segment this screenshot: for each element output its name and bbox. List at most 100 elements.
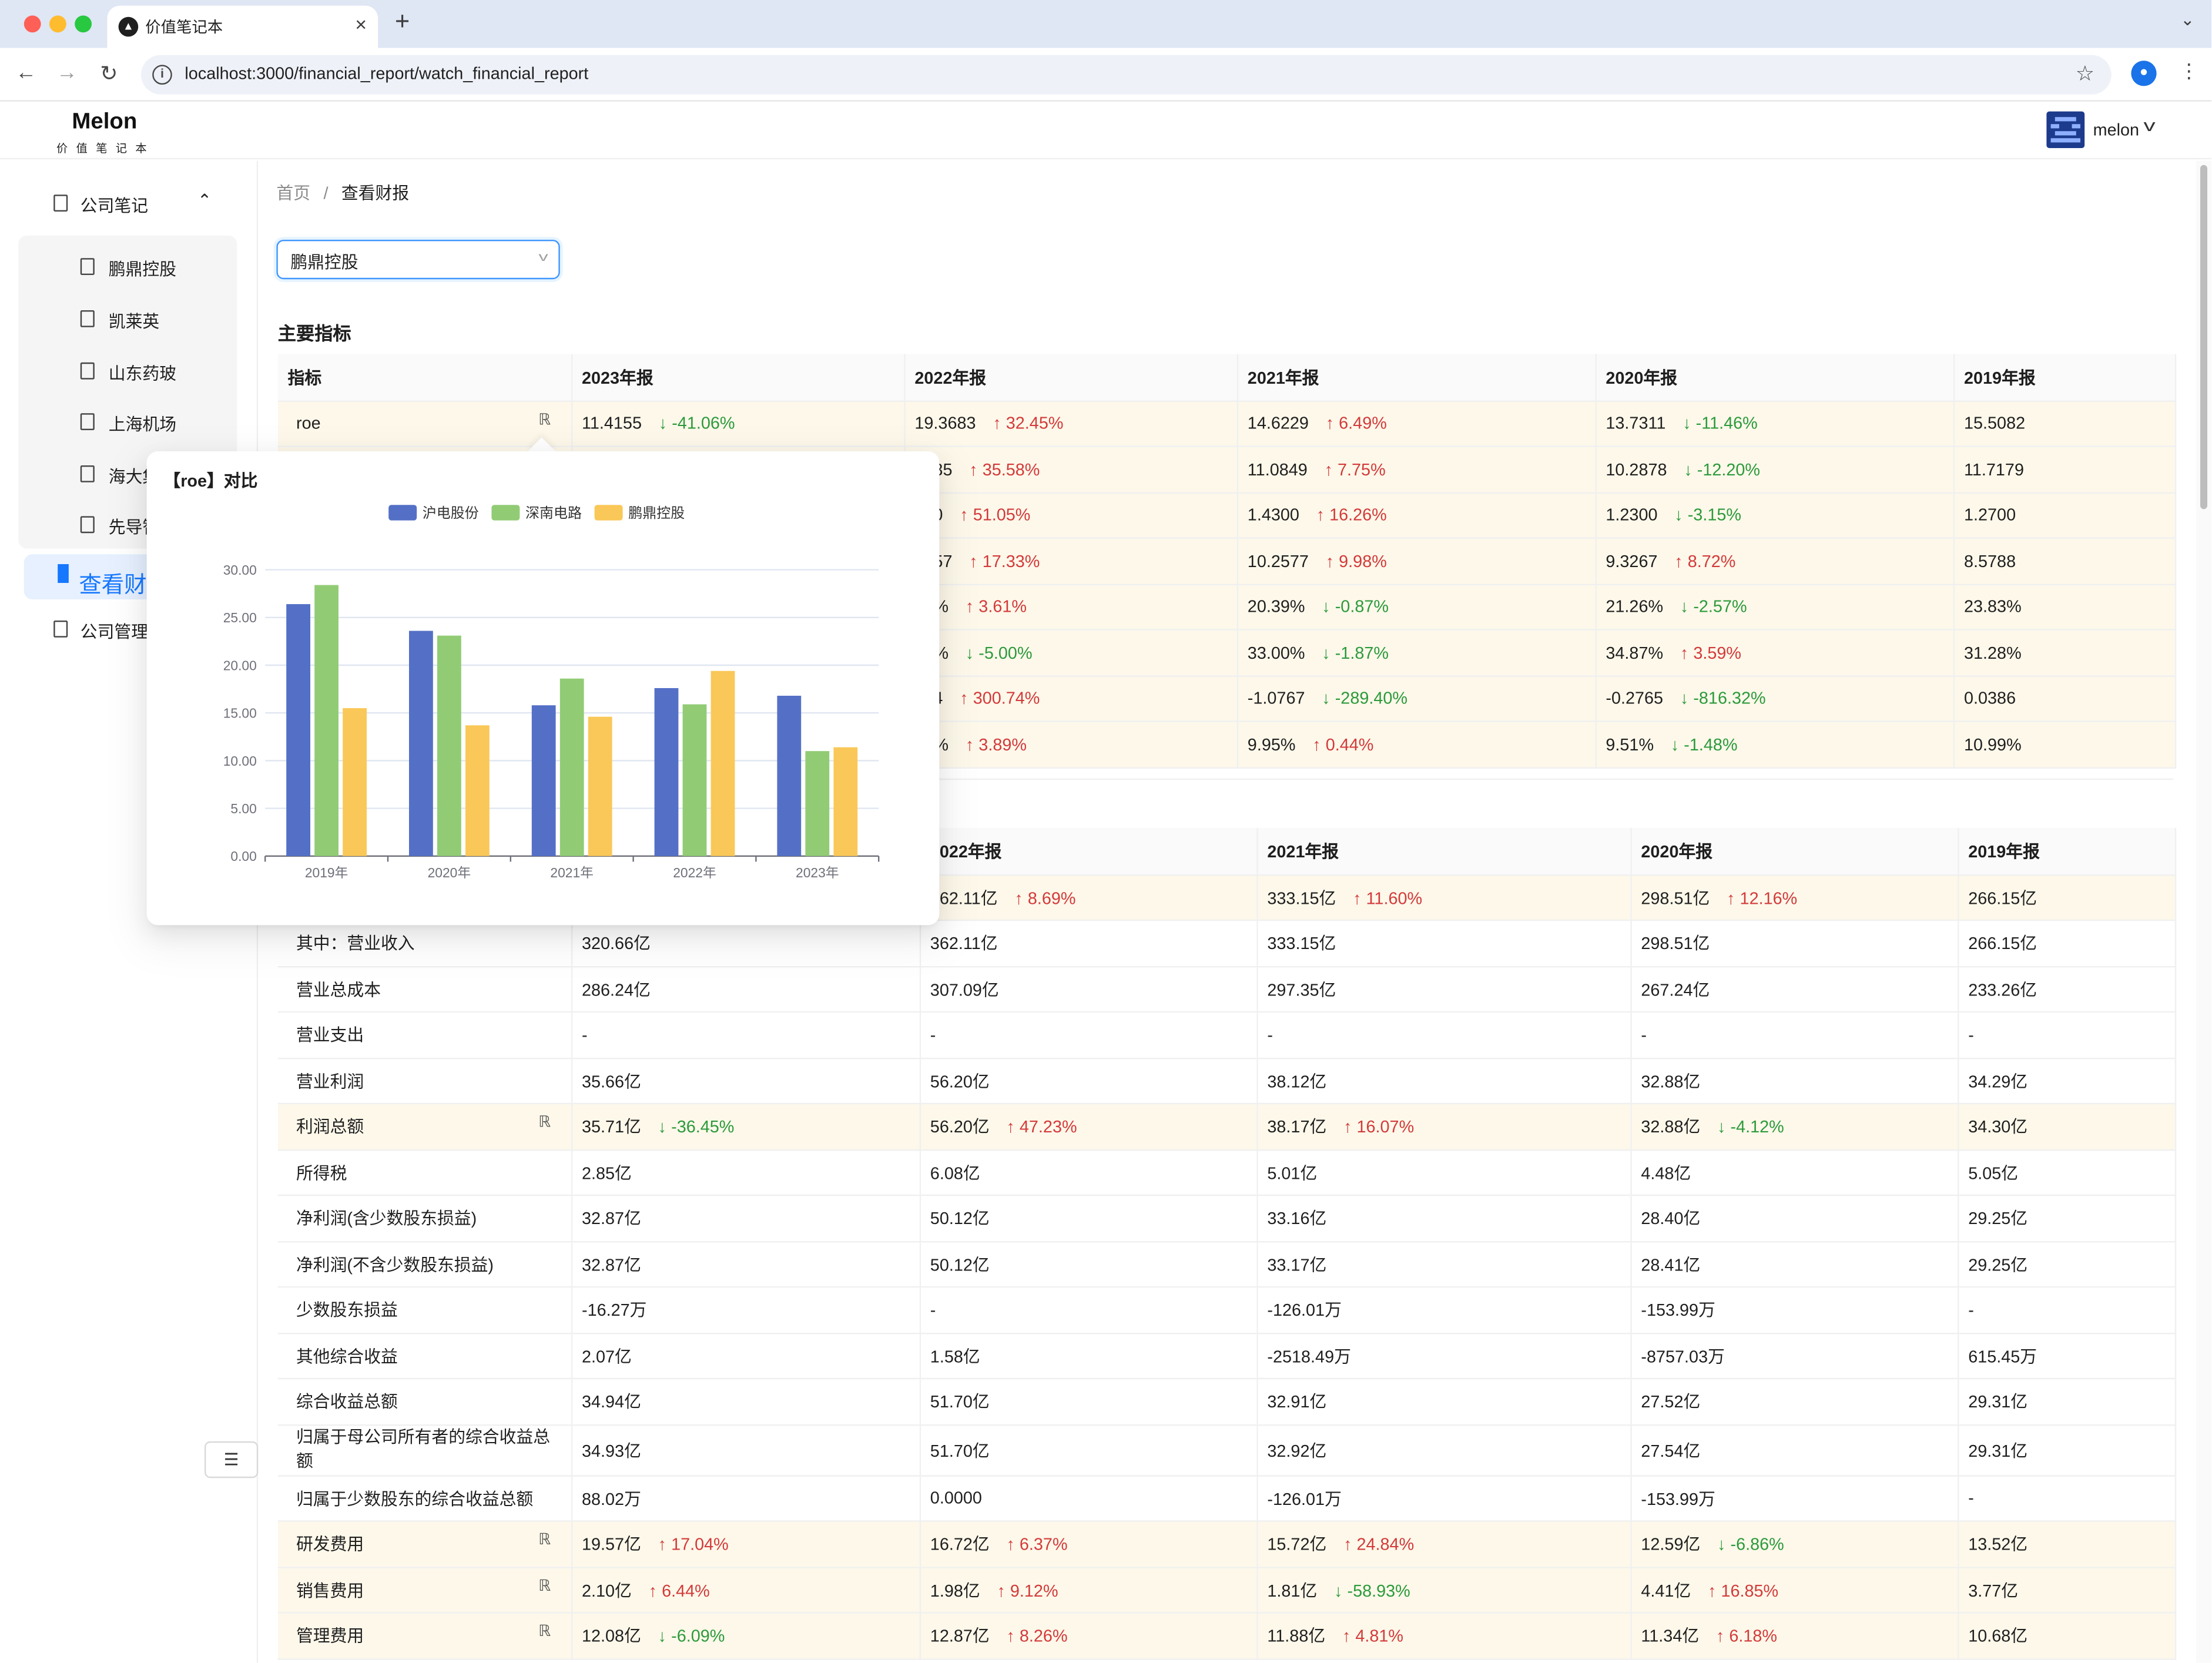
change-up: ↑ 4.81% [1342, 1627, 1403, 1647]
browser-tab[interactable]: ▲ 价值笔记本 × [107, 5, 378, 48]
bar[interactable] [588, 716, 612, 856]
breadcrumb-home[interactable]: 首页 [276, 183, 310, 203]
data-cell: 51.70亿 [919, 1379, 1258, 1426]
sidebar-item-company[interactable]: 鹏鼎控股 [80, 248, 222, 287]
change-percent: 9.12% [1010, 1580, 1058, 1601]
arrow-up-icon: ↑ [1708, 1580, 1717, 1601]
data-cell: 2.10亿 ↑ 6.44% [571, 1567, 921, 1614]
bar[interactable] [343, 708, 367, 856]
sidebar-item-company[interactable]: 山东药玻 [80, 353, 222, 392]
sidebar-group-company-notes[interactable]: 公司笔记 ⌃ [51, 185, 248, 224]
breadcrumb: 首页 / 查看财报 [276, 180, 409, 204]
bar[interactable] [465, 725, 490, 856]
app-logo[interactable]: Melon [72, 110, 137, 135]
x-tick-label: 2020年 [428, 865, 471, 880]
address-bar[interactable]: i localhost:3000/financial_report/watch_… [141, 55, 2112, 95]
change-percent: -58.93% [1347, 1580, 1410, 1601]
table-row: 营业支出 - - - - - [277, 1012, 2176, 1059]
settings-icon [53, 621, 68, 638]
arrow-down-icon: ↓ [1717, 1117, 1726, 1138]
bookmark-star-icon[interactable]: ☆ [2076, 61, 2094, 86]
bar[interactable] [777, 695, 802, 856]
sidebar-item-company[interactable]: 凯莱英 [80, 300, 222, 340]
income-table: 2022年报 2021年报 2020年报 2019年报 362.11亿 ↑ 8.69% 3… [277, 827, 2176, 1659]
bar[interactable] [559, 678, 584, 856]
bar[interactable] [833, 747, 858, 856]
close-tab-icon[interactable]: × [355, 13, 367, 35]
compare-icon[interactable]: ℝ [538, 1530, 551, 1548]
user-menu-chevron-icon[interactable]: v [2144, 116, 2156, 136]
compare-icon[interactable]: ℝ [538, 1113, 551, 1131]
page-scrollbar[interactable] [2196, 160, 2212, 1663]
legend-swatch[interactable] [491, 505, 520, 521]
cell-value: 28.41亿 [1641, 1255, 1701, 1275]
cell-value: 6.08亿 [930, 1163, 980, 1183]
cell-value: 10.2577 [1247, 551, 1309, 571]
cell-value: 12.87亿 [930, 1626, 990, 1647]
compare-icon[interactable]: ℝ [538, 1576, 551, 1594]
bar[interactable] [710, 670, 735, 856]
data-cell: 35.71亿 ↓ -36.45% [571, 1104, 921, 1151]
collapse-sidebar-button[interactable]: ☰ [205, 1441, 259, 1478]
chevron-down-icon: v [538, 249, 548, 264]
cell-value: 362.11亿 [930, 888, 998, 908]
legend-swatch[interactable] [594, 505, 623, 521]
file-icon [80, 310, 95, 327]
bar[interactable] [286, 604, 310, 856]
tab-search-chevron-icon[interactable]: ⌄ [2180, 10, 2194, 30]
app-favicon-icon: ▲ [118, 16, 139, 37]
compare-icon[interactable]: ℝ [538, 1622, 551, 1640]
data-cell: 5.01亿 [1256, 1149, 1631, 1196]
bar[interactable] [654, 688, 679, 856]
arrow-down-icon: ↓ [658, 1626, 667, 1647]
legend-label[interactable]: 鹏鼎控股 [628, 505, 685, 521]
bar[interactable] [409, 631, 433, 856]
data-cell: 28.41亿 [1630, 1241, 1959, 1288]
company-select[interactable]: 鹏鼎控股 v [276, 240, 560, 280]
new-tab-icon[interactable]: + [395, 7, 410, 36]
change-percent: 8.69% [1027, 888, 1076, 908]
close-window-button[interactable] [24, 15, 41, 33]
data-cell: 31.28% [1953, 629, 2176, 676]
data-cell: 28.40亿 [1630, 1195, 1959, 1242]
site-info-icon[interactable]: i [152, 65, 172, 85]
data-cell: 32.92亿 [1256, 1424, 1631, 1476]
browser-menu-icon[interactable]: ⋮ [2179, 59, 2199, 83]
cell-value: 11.88亿 [1267, 1626, 1326, 1647]
minimize-window-button[interactable] [49, 15, 66, 33]
x-tick-label: 2019年 [305, 865, 348, 880]
sidebar-item-company[interactable]: 上海机场 [80, 403, 222, 442]
forward-arrow-icon[interactable]: → [56, 61, 78, 85]
data-cell: 2.85亿 [571, 1149, 921, 1196]
company-select-value: 鹏鼎控股 [290, 252, 358, 273]
bar[interactable] [531, 705, 556, 856]
back-arrow-icon[interactable]: ← [15, 61, 36, 85]
profile-icon[interactable]: ● [2131, 61, 2157, 86]
change-percent: 11.60% [1366, 888, 1423, 908]
change-percent: 7.75% [1338, 459, 1386, 480]
breadcrumb-separator: / [323, 183, 329, 203]
bar[interactable] [314, 585, 338, 856]
bar[interactable] [682, 704, 707, 856]
arrow-up-icon: ↑ [1316, 505, 1325, 525]
change-down: ↓ -1.48% [1671, 735, 1738, 755]
legend-swatch[interactable] [388, 505, 417, 521]
data-cell: 21.26% ↓ -2.57% [1595, 584, 1955, 631]
bar[interactable] [437, 635, 461, 856]
data-cell: 8.5788 [1953, 538, 2176, 585]
data-cell: 298.51亿 [1630, 920, 1959, 967]
user-avatar[interactable] [2046, 111, 2085, 149]
scrollbar-thumb[interactable] [2200, 165, 2208, 509]
arrow-up-icon: ↑ [1312, 734, 1321, 755]
compare-icon[interactable]: ℝ [538, 410, 551, 428]
legend-label[interactable]: 沪电股份 [423, 505, 479, 521]
bar[interactable] [805, 751, 830, 856]
reload-icon[interactable]: ↻ [100, 61, 118, 86]
legend-label[interactable]: 深南电路 [525, 505, 582, 521]
arrow-up-icon: ↑ [969, 459, 978, 480]
maximize-window-button[interactable] [75, 15, 92, 33]
arrow-up-icon: ↑ [1006, 1117, 1015, 1138]
username[interactable]: melon [2093, 120, 2139, 140]
cell-value: 29.25亿 [1968, 1209, 2028, 1229]
column-header: 2020年报 [1630, 827, 1959, 876]
